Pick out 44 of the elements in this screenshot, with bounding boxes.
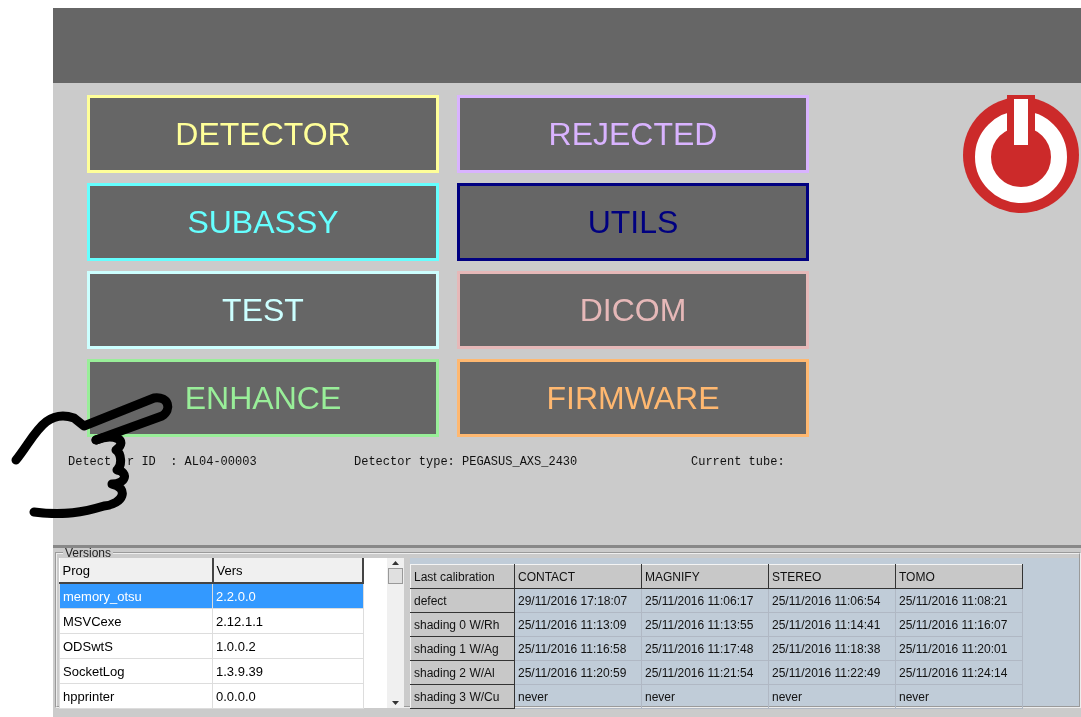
column-header[interactable]: Prog bbox=[59, 558, 213, 583]
table-cell: 25/11/2016 11:18:38 bbox=[768, 636, 896, 661]
table-cell: 25/11/2016 11:16:07 bbox=[895, 612, 1023, 637]
table-cell: never bbox=[641, 684, 769, 709]
table-cell: 25/11/2016 11:14:41 bbox=[768, 612, 896, 637]
scrollbar[interactable] bbox=[387, 558, 404, 708]
row-header[interactable]: shading 1 W/Ag bbox=[410, 636, 515, 661]
table-cell: 25/11/2016 11:13:09 bbox=[514, 612, 642, 637]
table-cell: never bbox=[514, 684, 642, 709]
menu-button[interactable]: DETECTOR bbox=[87, 95, 439, 173]
menu-button[interactable]: SUBASSY bbox=[87, 183, 439, 261]
row-header[interactable]: shading 2 W/Al bbox=[410, 660, 515, 685]
table-cell: 25/11/2016 11:13:55 bbox=[641, 612, 769, 637]
table-cell: never bbox=[768, 684, 896, 709]
row-header[interactable]: shading 0 W/Rh bbox=[410, 612, 515, 637]
table-cell: 25/11/2016 11:17:48 bbox=[641, 636, 769, 661]
table-cell: 25/11/2016 11:06:54 bbox=[768, 588, 896, 613]
table-cell: 25/11/2016 11:16:58 bbox=[514, 636, 642, 661]
table-cell: 25/11/2016 11:22:49 bbox=[768, 660, 896, 685]
group-title: Versions bbox=[64, 548, 113, 558]
power-icon[interactable] bbox=[961, 95, 1081, 215]
column-header[interactable]: CONTACT bbox=[514, 564, 642, 589]
info-text: Detect bbox=[68, 455, 113, 469]
corner-header: Last calibration bbox=[410, 564, 515, 589]
column-header[interactable]: TOMO bbox=[895, 564, 1023, 589]
info-text: r ID : AL04-00003 bbox=[127, 455, 258, 469]
column-header[interactable]: STEREO bbox=[768, 564, 896, 589]
table-cell: 25/11/2016 11:21:54 bbox=[641, 660, 769, 685]
table-cell: 25/11/2016 11:24:14 bbox=[895, 660, 1023, 685]
table-cell: 25/11/2016 11:20:59 bbox=[514, 660, 642, 685]
table-cell: 25/11/2016 11:06:17 bbox=[641, 588, 769, 613]
column-header[interactable]: Vers bbox=[212, 558, 363, 583]
table-cell: 25/11/2016 11:08:21 bbox=[895, 588, 1023, 613]
row-header[interactable]: defect bbox=[410, 588, 515, 613]
scroll-thumb[interactable] bbox=[388, 568, 403, 584]
menu-button[interactable]: ENHANCE bbox=[87, 359, 439, 437]
column-header[interactable]: MAGNIFY bbox=[641, 564, 769, 589]
row-header[interactable]: shading 3 W/Cu bbox=[410, 684, 515, 709]
menu-button[interactable]: TEST bbox=[87, 271, 439, 349]
table-cell: 25/11/2016 11:20:01 bbox=[895, 636, 1023, 661]
info-text: Detector type: PEGASUS_AXS_2430 bbox=[354, 455, 579, 469]
table-cell: never bbox=[895, 684, 1023, 709]
info-text: Current tube: bbox=[691, 455, 785, 469]
table-cell: 29/11/2016 17:18:07 bbox=[514, 588, 642, 613]
